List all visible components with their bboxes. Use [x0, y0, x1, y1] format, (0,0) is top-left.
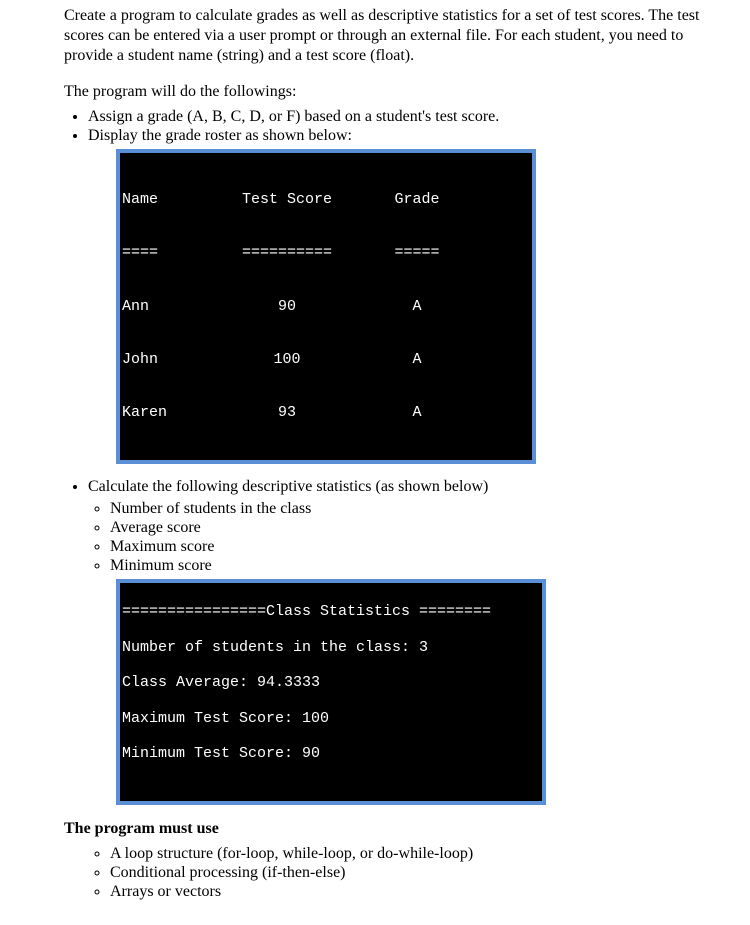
- table-row: Karen 93 A: [122, 404, 526, 422]
- table-row: Ann 90 A: [122, 298, 526, 316]
- must-use-arrays: Arrays or vectors: [110, 883, 724, 901]
- stats-line: Class Average: 94.3333: [122, 674, 536, 692]
- cell-grade: A: [357, 351, 477, 369]
- col-sep-grade: =====: [357, 244, 477, 262]
- roster-sep-row: ==== ========== =====: [122, 244, 526, 262]
- sub-min: Minimum score: [110, 557, 724, 575]
- sub-max: Maximum score: [110, 538, 724, 556]
- col-header-name: Name: [122, 191, 217, 209]
- cell-score: 90: [217, 298, 357, 316]
- cell-score: 100: [217, 351, 357, 369]
- col-sep-score: ==========: [217, 244, 357, 262]
- followings-line: The program will do the followings:: [64, 82, 724, 102]
- document-page: Create a program to calculate grades as …: [0, 0, 750, 925]
- roster-header-row: Name Test Score Grade: [122, 191, 526, 209]
- calc-bullet-list: Calculate the following descriptive stat…: [64, 478, 724, 496]
- cell-name: John: [122, 351, 217, 369]
- cell-grade: A: [357, 404, 477, 422]
- table-row: John 100 A: [122, 351, 526, 369]
- stats-line: Number of students in the class: 3: [122, 639, 536, 657]
- stats-line: ================Class Statistics =======…: [122, 603, 536, 621]
- intro-paragraph: Create a program to calculate grades as …: [64, 6, 724, 66]
- col-header-score: Test Score: [217, 191, 357, 209]
- must-use-loop: A loop structure (for-loop, while-loop, …: [110, 845, 724, 863]
- stats-line: Maximum Test Score: 100: [122, 710, 536, 728]
- must-use-list: A loop structure (for-loop, while-loop, …: [64, 845, 724, 901]
- col-header-grade: Grade: [357, 191, 477, 209]
- must-use-heading: The program must use: [64, 819, 724, 839]
- cell-score: 93: [217, 404, 357, 422]
- bullet-assign-grade: Assign a grade (A, B, C, D, or F) based …: [88, 108, 724, 126]
- console-stats: ================Class Statistics =======…: [116, 579, 546, 805]
- sub-num-students: Number of students in the class: [110, 500, 724, 518]
- must-use-conditional: Conditional processing (if-then-else): [110, 864, 724, 882]
- cell-name: Ann: [122, 298, 217, 316]
- cell-name: Karen: [122, 404, 217, 422]
- console-roster: Name Test Score Grade ==== ========== ==…: [116, 149, 536, 464]
- calc-sub-list: Number of students in the class Average …: [64, 500, 724, 575]
- cell-grade: A: [357, 298, 477, 316]
- stats-line: Minimum Test Score: 90: [122, 745, 536, 763]
- top-bullet-list: Assign a grade (A, B, C, D, or F) based …: [64, 108, 724, 145]
- bullet-calc-stats: Calculate the following descriptive stat…: [88, 478, 724, 496]
- bullet-display-roster: Display the grade roster as shown below:: [88, 127, 724, 145]
- col-sep-name: ====: [122, 244, 217, 262]
